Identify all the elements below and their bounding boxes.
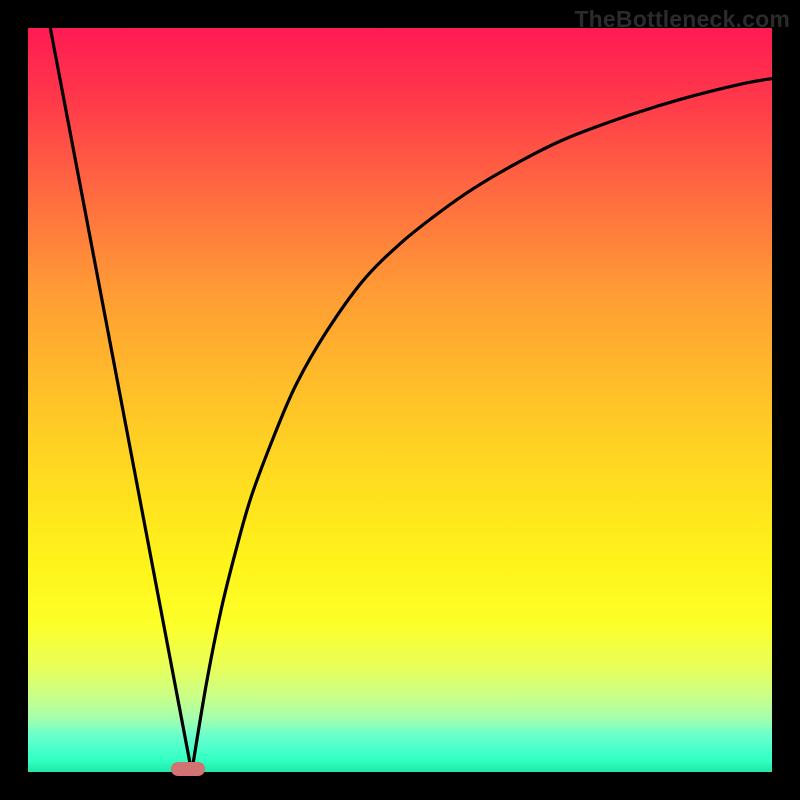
curve-group — [50, 28, 772, 772]
curve-layer — [28, 28, 772, 772]
watermark-text: TheBottleneck.com — [574, 6, 790, 33]
left-line-segment — [50, 28, 191, 772]
chart-container: TheBottleneck.com — [0, 0, 800, 800]
minimum-marker — [171, 762, 204, 776]
right-curve-segment — [192, 79, 772, 772]
